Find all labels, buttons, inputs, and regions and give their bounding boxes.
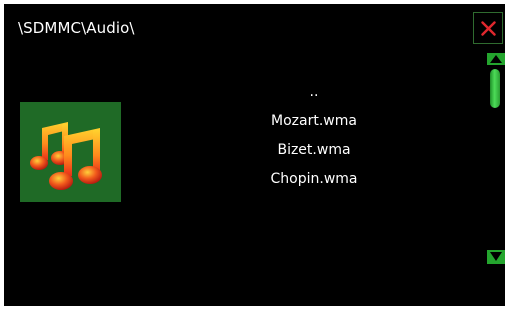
audio-folder-thumbnail <box>20 102 121 202</box>
music-notes-icon <box>30 122 102 190</box>
scroll-down-button[interactable] <box>487 250 505 264</box>
close-icon <box>481 21 496 36</box>
close-button[interactable] <box>473 12 503 44</box>
scroll-up-button[interactable] <box>487 53 505 65</box>
list-item-file[interactable]: Mozart.wma <box>184 107 444 136</box>
current-path: \SDMMC\Audio\ <box>18 19 135 37</box>
list-item-file[interactable]: Bizet.wma <box>184 136 444 165</box>
file-browser-window: \SDMMC\Audio\ .. Mozart.wma Bizet.wma Ch… <box>4 4 505 306</box>
list-item-file[interactable]: Chopin.wma <box>184 165 444 194</box>
triangle-down-icon <box>490 252 502 261</box>
file-list: .. Mozart.wma Bizet.wma Chopin.wma <box>184 78 444 194</box>
list-item-parent-folder[interactable]: .. <box>184 78 444 107</box>
triangle-up-icon <box>490 55 502 63</box>
scrollbar-thumb[interactable] <box>490 69 500 108</box>
